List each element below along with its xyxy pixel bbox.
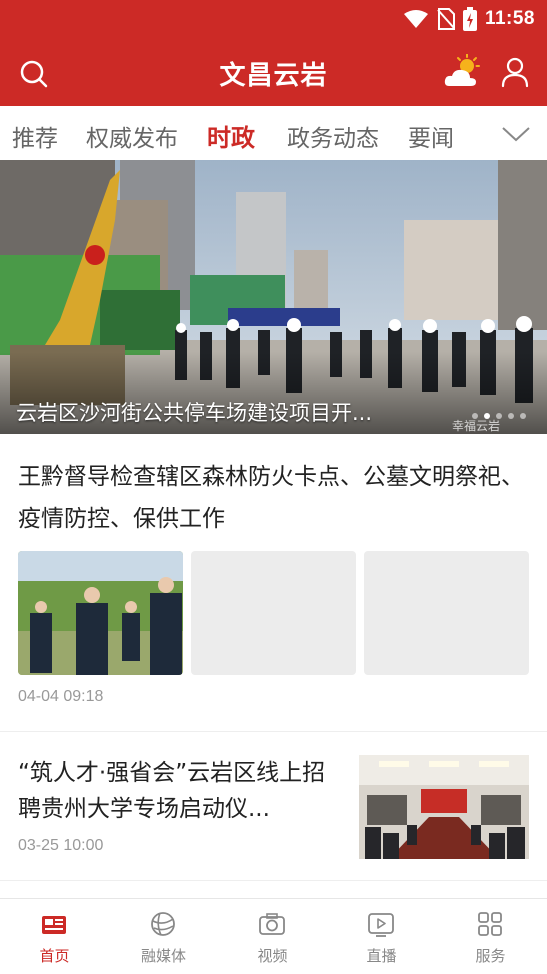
user-icon[interactable]	[500, 56, 530, 88]
news-title: 王黔督导检查辖区森林防火卡点、公墓文明祭祀、疫情防控、保供工作	[18, 464, 524, 532]
tab-authority[interactable]: 权威发布	[86, 119, 178, 153]
nav-media[interactable]: 融媒体	[109, 899, 218, 974]
news-thumbnail-placeholder	[191, 551, 356, 675]
camera-icon	[259, 913, 285, 935]
app-header-bar: 11:58 文昌云岩	[0, 0, 547, 106]
nav-label: 直播	[366, 947, 397, 965]
news-thumbnail	[359, 755, 529, 859]
category-tabs: 推荐 权威发布 时政 政务动态 要闻	[0, 106, 547, 160]
newspaper-icon	[42, 916, 66, 934]
nav-label: 服务	[475, 947, 506, 965]
tab-politics[interactable]: 时政	[207, 118, 255, 153]
no-sim-icon	[437, 8, 455, 30]
banner-carousel[interactable]: 云岩区沙河街公共停车场建设项目开... 幸福云岩	[0, 160, 547, 434]
grid-icon	[478, 912, 502, 936]
chevron-down-icon[interactable]	[500, 120, 532, 148]
nav-home[interactable]: 首页	[0, 899, 109, 974]
carousel-dot	[520, 413, 526, 419]
status-time: 11:58	[484, 8, 535, 29]
carousel-dot	[508, 413, 514, 419]
image-watermark: 幸福云岩	[452, 419, 501, 433]
header: 文昌云岩	[0, 40, 547, 106]
tab-news[interactable]: 要闻	[408, 119, 454, 153]
news-time: 03-25 10:00	[18, 837, 104, 854]
nav-label: 视频	[257, 947, 288, 965]
globe-icon	[151, 912, 175, 936]
news-item[interactable]: “筑人才·强省会”云岩区线上招聘贵州大学专场启动仪... 03-25 10:00	[0, 733, 547, 881]
play-icon	[368, 913, 394, 937]
news-thumbnail-placeholder	[364, 551, 529, 675]
news-thumbnail	[18, 551, 183, 675]
tab-government[interactable]: 政务动态	[287, 119, 379, 153]
nav-services[interactable]: 服务	[436, 899, 545, 974]
nav-video[interactable]: 视频	[218, 899, 327, 974]
nav-label: 首页	[39, 947, 70, 965]
battery-icon	[462, 7, 477, 31]
banner-caption: 云岩区沙河街公共停车场建设项目开...	[16, 401, 373, 425]
bottom-nav: 首页 融媒体 视频 直播 服务	[0, 898, 547, 974]
status-bar: 11:58	[403, 6, 535, 32]
news-time: 04-04 09:18	[18, 688, 104, 705]
nav-label: 融媒体	[140, 947, 186, 965]
tab-recommend[interactable]: 推荐	[12, 119, 58, 153]
weather-icon[interactable]	[443, 54, 481, 90]
wifi-icon	[403, 10, 428, 28]
news-item[interactable]: 王黔督导检查辖区森林防火卡点、公墓文明祭祀、疫情防控、保供工作 04-04 09…	[0, 434, 547, 732]
nav-live[interactable]: 直播	[327, 899, 436, 974]
banner-image	[0, 160, 547, 434]
news-title: “筑人才·强省会”云岩区线上招聘贵州大学专场启动仪...	[18, 760, 326, 822]
